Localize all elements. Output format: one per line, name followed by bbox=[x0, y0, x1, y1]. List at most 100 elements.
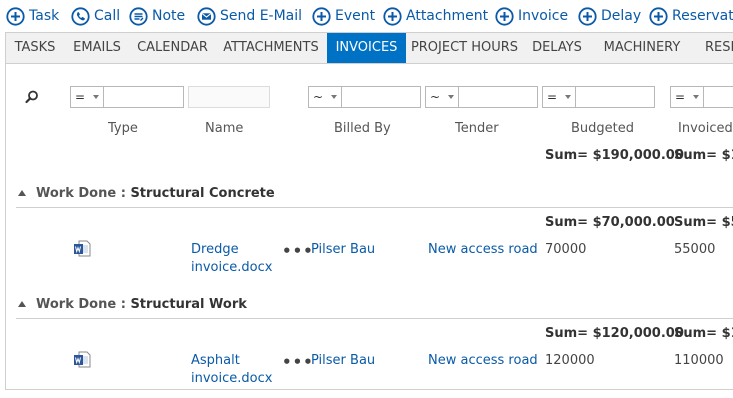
chevron-down-icon bbox=[331, 95, 337, 99]
type-filter-operator[interactable]: = bbox=[70, 86, 104, 108]
group-header[interactable]: Work Done : Structural Work bbox=[18, 294, 247, 314]
tab-reservations[interactable]: RESERV bbox=[693, 33, 733, 63]
column-header-billed-by[interactable]: Billed By bbox=[334, 121, 391, 136]
group-sum-invoiced: Sum= $11 bbox=[674, 326, 733, 341]
add-note-label: Note bbox=[152, 8, 186, 24]
add-event-label: Event bbox=[335, 8, 376, 24]
tab-attachments[interactable]: ATTACHMENTS bbox=[215, 33, 327, 63]
add-reservation-button[interactable]: Reservati bbox=[649, 5, 733, 27]
send-email-label: Send E-Mail bbox=[220, 8, 303, 24]
type-filter-operator-value: = bbox=[75, 90, 86, 104]
invoiced-filter-operator[interactable]: = bbox=[670, 86, 704, 108]
tender-filter-input[interactable] bbox=[458, 86, 538, 108]
tab-delays[interactable]: DELAYS bbox=[523, 33, 591, 63]
type-filter-input[interactable] bbox=[103, 86, 184, 108]
chevron-down-icon bbox=[448, 95, 454, 99]
tab-emails[interactable]: EMAILS bbox=[64, 33, 130, 63]
add-call-label: Call bbox=[94, 8, 121, 24]
tab-bar: TASKS EMAILS CALENDAR ATTACHMENTS INVOIC… bbox=[5, 32, 733, 64]
invoiced-value: 110000 bbox=[674, 353, 724, 368]
group-divider bbox=[16, 318, 733, 319]
column-header-tender[interactable]: Tender bbox=[455, 121, 499, 136]
plus-circle-icon bbox=[649, 6, 668, 26]
tender-link[interactable]: New access road bbox=[428, 352, 538, 370]
add-reservation-label: Reservati bbox=[672, 8, 733, 24]
action-toolbar: Task Call Note Send E-Mail Event Attachm… bbox=[0, 0, 733, 32]
plus-circle-icon bbox=[312, 6, 331, 26]
billed-by-link[interactable]: Pilser Bau bbox=[311, 241, 375, 259]
chevron-down-icon bbox=[693, 95, 699, 99]
collapse-icon bbox=[18, 301, 26, 307]
add-note-button[interactable]: Note bbox=[129, 5, 185, 27]
total-budgeted: Sum= $190,000.00 bbox=[545, 148, 684, 163]
column-header-invoiced[interactable]: Invoiced A bbox=[678, 121, 733, 136]
word-doc-icon bbox=[73, 240, 91, 258]
file-name-link[interactable]: Dredge invoice.docx bbox=[191, 241, 272, 277]
mail-icon bbox=[197, 6, 216, 26]
add-delay-button[interactable]: Delay bbox=[578, 5, 641, 27]
column-header-budgeted[interactable]: Budgeted bbox=[571, 121, 634, 136]
add-attachment-label: Attachment bbox=[406, 8, 489, 24]
budgeted-value: 70000 bbox=[545, 242, 587, 257]
chevron-down-icon bbox=[93, 95, 99, 99]
file-name-line-2: invoice.docx bbox=[191, 371, 273, 386]
add-delay-label: Delay bbox=[601, 8, 642, 24]
add-call-button[interactable]: Call bbox=[71, 5, 120, 27]
group-sum-invoiced: Sum= $55 bbox=[674, 215, 733, 230]
group-sum-budgeted: Sum= $120,000.00 bbox=[545, 326, 684, 341]
invoiced-filter-operator-value: = bbox=[675, 90, 686, 104]
group-name: Structural Work bbox=[130, 296, 247, 312]
file-name-line-1: Asphalt bbox=[191, 353, 240, 368]
group-prefix: Work Done : bbox=[36, 296, 131, 312]
billed-by-filter-input[interactable] bbox=[341, 86, 421, 108]
plus-circle-icon bbox=[578, 6, 597, 26]
add-event-button[interactable]: Event bbox=[312, 5, 375, 27]
add-invoice-button[interactable]: Invoice bbox=[495, 5, 568, 27]
word-doc-icon bbox=[73, 351, 91, 369]
billed-by-link[interactable]: Pilser Bau bbox=[311, 352, 375, 370]
plus-circle-icon bbox=[495, 6, 514, 26]
chevron-down-icon bbox=[565, 95, 571, 99]
invoices-grid: = ~ ~ = = Type Name Billed By Tender Bud… bbox=[5, 64, 733, 390]
billed-by-filter-operator-value: ~ bbox=[313, 90, 324, 104]
group-divider bbox=[16, 207, 733, 208]
collapse-icon bbox=[18, 190, 26, 196]
budgeted-filter-operator[interactable]: = bbox=[542, 86, 576, 108]
group-name: Structural Concrete bbox=[130, 185, 275, 201]
more-options-icon[interactable]: ••• bbox=[282, 353, 314, 371]
file-name-link[interactable]: Asphalt invoice.docx bbox=[191, 352, 272, 388]
group-header[interactable]: Work Done : Structural Concrete bbox=[18, 183, 275, 203]
search-icon[interactable] bbox=[24, 89, 40, 105]
billed-by-filter-operator[interactable]: ~ bbox=[308, 86, 342, 108]
name-filter-input[interactable] bbox=[188, 86, 270, 108]
plus-circle-icon bbox=[383, 6, 402, 26]
tab-project-hours[interactable]: PROJECT HOURS bbox=[406, 33, 523, 63]
send-email-button[interactable]: Send E-Mail bbox=[197, 5, 302, 27]
tender-filter-operator-value: ~ bbox=[430, 90, 441, 104]
tab-tasks[interactable]: TASKS bbox=[6, 33, 64, 63]
budgeted-value: 120000 bbox=[545, 353, 595, 368]
budgeted-filter-operator-value: = bbox=[547, 90, 558, 104]
tender-link[interactable]: New access road bbox=[428, 241, 538, 259]
tab-calendar[interactable]: CALENDAR bbox=[130, 33, 215, 63]
add-task-label: Task bbox=[29, 8, 60, 24]
budgeted-filter-input[interactable] bbox=[575, 86, 655, 108]
tab-invoices[interactable]: INVOICES bbox=[327, 33, 406, 63]
invoiced-filter-input[interactable] bbox=[703, 86, 733, 108]
add-invoice-label: Invoice bbox=[518, 8, 569, 24]
tab-machinery[interactable]: MACHINERY bbox=[591, 33, 693, 63]
tender-filter-operator[interactable]: ~ bbox=[425, 86, 459, 108]
note-icon bbox=[129, 6, 148, 26]
invoiced-value: 55000 bbox=[674, 242, 716, 257]
file-name-line-2: invoice.docx bbox=[191, 260, 273, 275]
column-header-type[interactable]: Type bbox=[108, 121, 138, 136]
total-invoiced: Sum= $16 bbox=[674, 148, 733, 163]
add-attachment-button[interactable]: Attachment bbox=[383, 5, 488, 27]
file-name-line-1: Dredge bbox=[191, 242, 239, 257]
group-prefix: Work Done : bbox=[36, 185, 131, 201]
add-task-button[interactable]: Task bbox=[6, 5, 59, 27]
more-options-icon[interactable]: ••• bbox=[282, 242, 314, 260]
plus-circle-icon bbox=[6, 6, 25, 26]
column-header-name[interactable]: Name bbox=[205, 121, 243, 136]
phone-icon bbox=[71, 6, 90, 26]
